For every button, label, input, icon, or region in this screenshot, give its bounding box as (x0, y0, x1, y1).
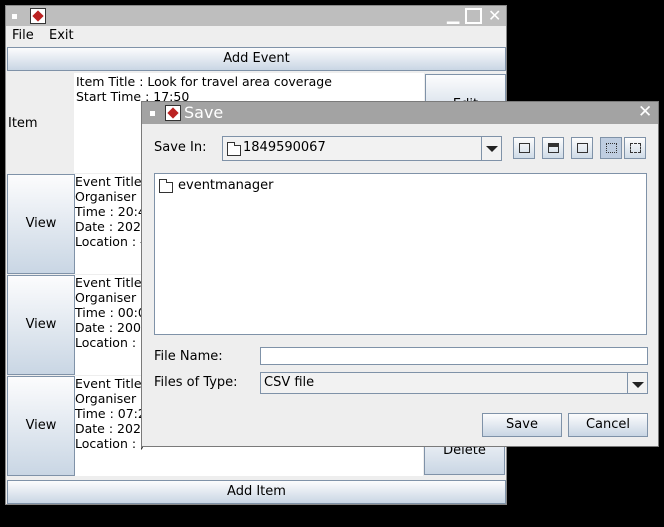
up-folder-button[interactable] (513, 137, 535, 159)
list-item[interactable]: eventmanager (158, 178, 358, 194)
list-item-label: eventmanager (178, 178, 274, 193)
details-view-button[interactable] (624, 137, 646, 159)
chevron-down-icon[interactable] (481, 137, 501, 160)
save-dialog: Save ✕ Save In: 1849590067 eventmanager … (141, 101, 659, 447)
event-location: Location : I (75, 335, 144, 350)
dialog-close-icon[interactable]: ✕ (638, 103, 652, 121)
chevron-down-icon[interactable] (627, 373, 647, 393)
file-type-label: Files of Type: (154, 375, 238, 390)
maximize-icon[interactable] (465, 8, 482, 24)
java-app-icon (165, 105, 181, 121)
event-date: Date : 202 (75, 219, 141, 234)
java-app-icon (30, 8, 46, 24)
event-organiser: Organiser : (75, 391, 145, 406)
file-name-label: File Name: (154, 349, 223, 364)
save-in-value: 1849590067 (243, 140, 326, 155)
event-title: Event Title (75, 174, 142, 189)
event-location: Location : , (75, 436, 145, 451)
event-date: Date : 202 (75, 421, 141, 436)
item-label: Item (8, 116, 38, 131)
dialog-title: Save (184, 103, 224, 122)
home-folder-button[interactable] (542, 137, 564, 159)
event-organiser: Organiser : (75, 189, 145, 204)
file-list[interactable]: eventmanager (154, 173, 647, 335)
add-item-button[interactable]: Add Item (7, 480, 506, 504)
event-time: Time : 07:2 (75, 406, 146, 421)
view-button-1[interactable]: View (7, 174, 75, 274)
view-button-2[interactable]: View (7, 275, 75, 375)
list-view-button[interactable] (600, 137, 622, 159)
file-type-combo[interactable]: CSV file (260, 372, 648, 394)
menu-bar: File Exit (6, 26, 506, 46)
menu-file[interactable]: File (12, 28, 34, 43)
dialog-menu-icon[interactable] (150, 111, 155, 116)
view-button-3[interactable]: View (7, 376, 75, 476)
event-organiser: Organiser : (75, 290, 145, 305)
dialog-titlebar[interactable]: Save ✕ (142, 102, 658, 124)
cancel-button[interactable]: Cancel (568, 413, 648, 437)
close-icon[interactable]: ✕ (488, 7, 501, 25)
file-type-value: CSV file (264, 375, 315, 390)
event-time: Time : 20:4 (75, 204, 146, 219)
save-button[interactable]: Save (482, 413, 562, 437)
minimize-icon[interactable]: ▁ (447, 6, 459, 24)
new-folder-button[interactable] (571, 137, 593, 159)
item-title: Item Title : Look for travel area covera… (76, 74, 332, 89)
window-menu-icon[interactable] (12, 14, 17, 19)
event-time: Time : 00:0 (75, 305, 146, 320)
menu-exit[interactable]: Exit (49, 28, 74, 43)
folder-icon (159, 179, 173, 193)
folder-icon (227, 142, 241, 156)
event-date: Date : 200 (75, 320, 141, 335)
event-location: Location : - (75, 234, 145, 249)
event-title: Event Title (75, 376, 142, 391)
event-title: Event Title (75, 275, 142, 290)
add-event-button[interactable]: Add Event (7, 47, 506, 71)
save-in-combo[interactable]: 1849590067 (222, 136, 502, 161)
item-label-cell: Item (7, 73, 74, 173)
main-titlebar[interactable]: ▁ ✕ (6, 6, 506, 26)
file-name-input[interactable] (260, 347, 648, 365)
save-in-label: Save In: (154, 140, 207, 155)
